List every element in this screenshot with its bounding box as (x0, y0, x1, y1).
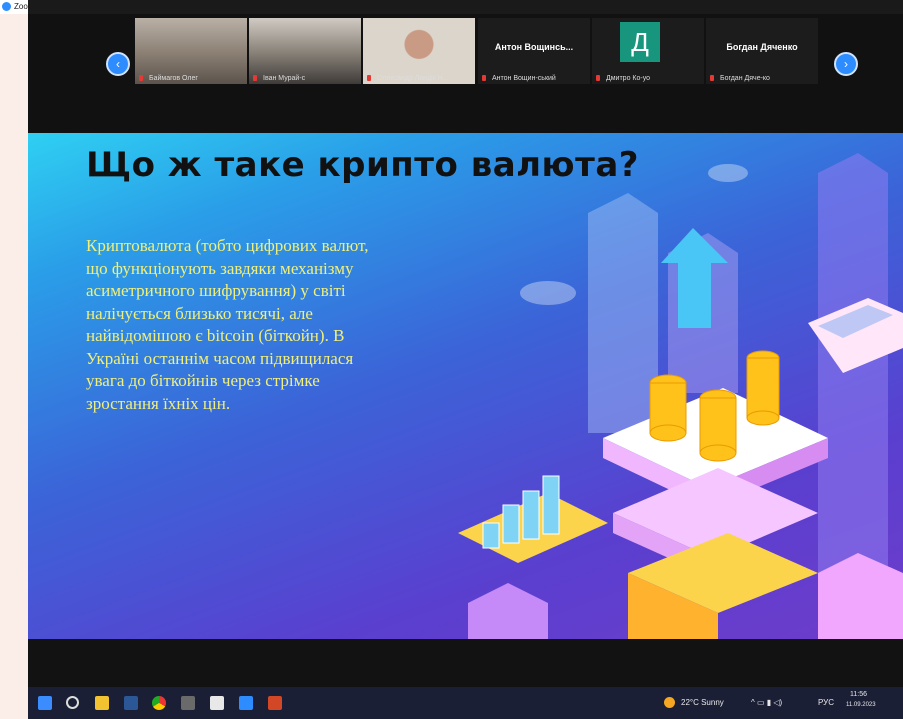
participant-tile[interactable]: Д Дмитро Ко-уо (592, 18, 704, 84)
slide-title: Що ж таке крипто валюта? (86, 145, 639, 185)
participant-display-name: Богдан Дяченко (726, 42, 798, 52)
muted-mic-icon (596, 75, 600, 81)
participant-name: Богдан Дяче-ко (720, 75, 770, 82)
participant-name: Баймагов Олег (149, 75, 198, 82)
chrome-icon[interactable] (152, 696, 166, 710)
windows-taskbar: 22°C Sunny ^ ▭ ▮ ◁) РУС 11:56 11.09.2023 (28, 687, 903, 719)
participant-tile[interactable]: Антон Вощинсь... Антон Вощин-ський (478, 18, 590, 84)
muted-mic-icon (253, 75, 257, 81)
participant-tile[interactable]: Богдан Дяченко Богдан Дяче-ко (706, 18, 818, 84)
meeting-bottom-bar (28, 639, 903, 687)
slide-body-text: Криптовалюта (тобто цифрових валют, що ф… (86, 236, 369, 413)
participant-tile[interactable]: Баймагов Олег (135, 18, 247, 84)
word-icon[interactable] (124, 696, 138, 710)
shared-slide: Що ж таке крипто валюта? Криптовалюта (т… (28, 133, 903, 639)
participant-name: Антон Вощин-ський (492, 75, 556, 82)
windows-start-icon[interactable] (38, 696, 52, 710)
clock-date[interactable]: 11.09.2023 (846, 702, 876, 708)
muted-mic-icon (139, 75, 143, 81)
participant-tile[interactable]: Олександр Ландік Н... (363, 18, 475, 84)
zoom-logo-icon (2, 2, 11, 11)
language-indicator[interactable]: РУС (818, 698, 834, 707)
participant-tile[interactable]: Іван Мурай-с (249, 18, 361, 84)
weather-text[interactable]: 22°C Sunny (681, 698, 724, 707)
paint-icon[interactable] (210, 696, 224, 710)
participant-display-name: Антон Вощинсь... (494, 42, 574, 52)
system-tray-icons[interactable]: ^ ▭ ▮ ◁) (751, 698, 782, 707)
muted-mic-icon (710, 75, 714, 81)
powerpoint-icon[interactable] (268, 696, 282, 710)
chevron-right-icon[interactable]: › (834, 52, 858, 76)
sun-icon (664, 697, 675, 708)
participant-strip: ‹ Баймагов Олег Іван Мурай-с Олександр Л… (28, 14, 903, 134)
participant-name: Дмитро Ко-уо (606, 75, 651, 82)
search-icon[interactable] (66, 696, 79, 709)
chevron-left-icon[interactable]: ‹ (106, 52, 130, 76)
participant-name: Олександр Ландік Н... (377, 75, 449, 82)
muted-mic-icon (367, 75, 371, 81)
avatar: Д (620, 22, 660, 62)
calculator-icon[interactable] (181, 696, 195, 710)
clock-time[interactable]: 11:56 (850, 691, 867, 698)
file-explorer-icon[interactable] (95, 696, 109, 710)
muted-mic-icon (482, 75, 486, 81)
zoom-icon[interactable] (239, 696, 253, 710)
participant-name: Іван Мурай-с (263, 75, 306, 82)
